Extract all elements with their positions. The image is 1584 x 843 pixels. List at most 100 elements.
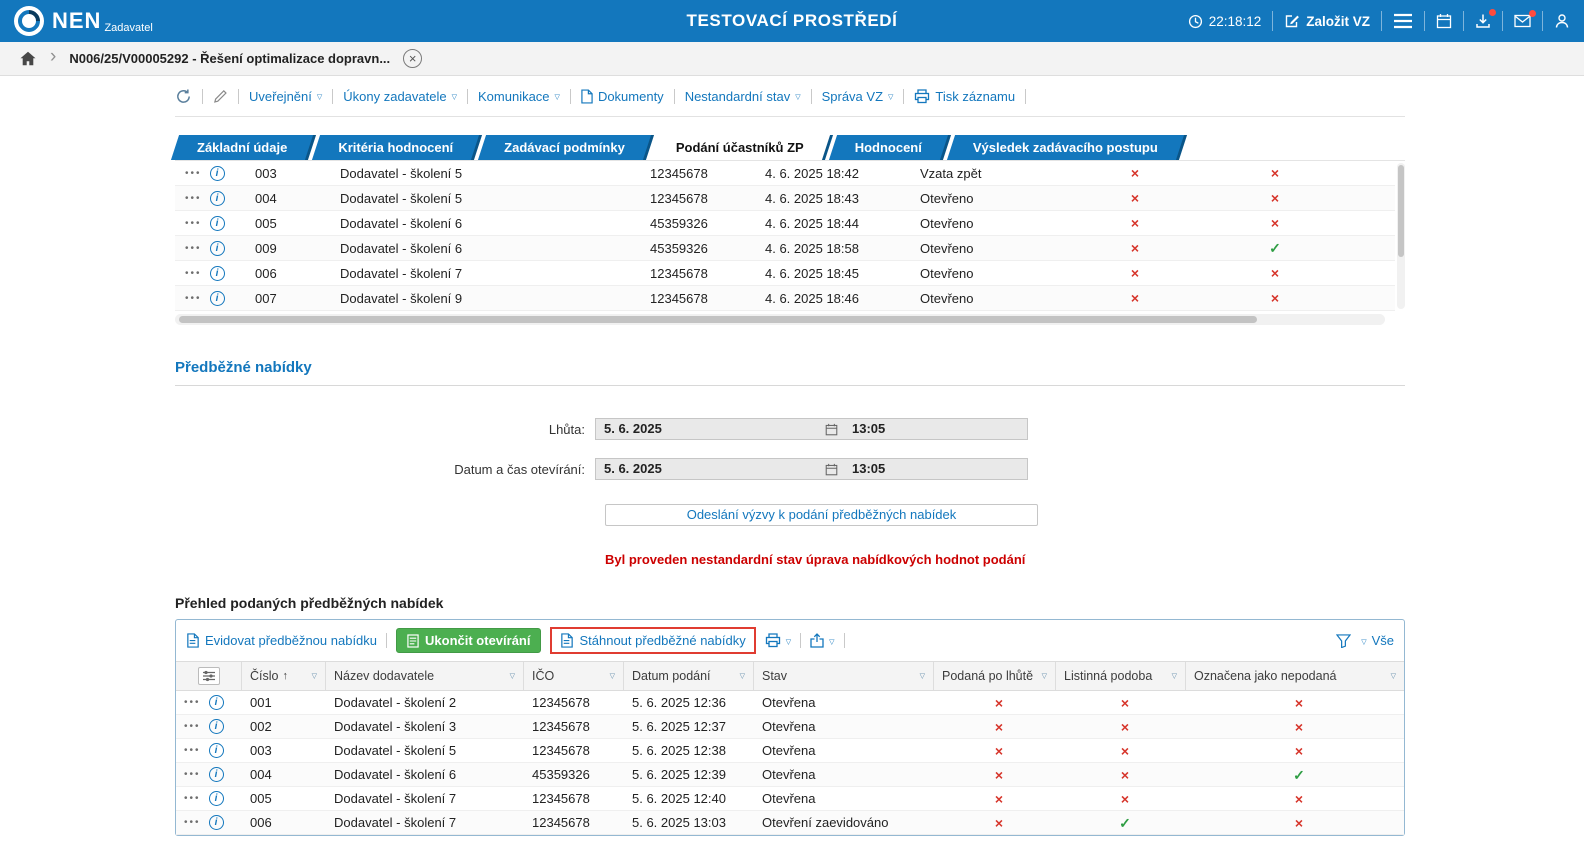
row-menu-icon[interactable]: ••• [184,817,201,828]
menu-tisk-zaznamu[interactable]: Tisk záznamu [914,89,1015,104]
user-profile-button[interactable] [1554,13,1570,29]
info-icon[interactable]: i [209,240,225,256]
row-menu-icon[interactable]: ••• [185,236,202,261]
breadcrumb-record[interactable]: N006/25/V00005292 - Řešení optimalizace … [69,51,390,66]
offer-table-row[interactable]: ••• i 002 Dodavatel - školení 3 12345678… [176,715,1404,739]
row-menu-icon[interactable]: ••• [185,286,202,311]
header-stav[interactable]: Stav ▽ [754,662,934,690]
header-datum-podani[interactable]: Datum podání ▽ [624,662,754,690]
calendar-button[interactable] [1436,13,1452,29]
oteviranie-time-input[interactable]: 13:05 [844,459,1027,479]
download-icon [1476,14,1490,28]
row-menu-icon[interactable]: ••• [185,186,202,211]
info-icon[interactable]: i [209,190,225,206]
participant-table-row[interactable]: ••• i 003 Dodavatel - školení 5 12345678… [175,161,1395,186]
caret-down-icon: ▽ [888,94,894,101]
stahnout-nabidky-button[interactable]: Stáhnout předběžné nabídky [560,633,746,648]
header-ico[interactable]: IČO ▽ [524,662,624,690]
menu-sprava-vz[interactable]: Správa VZ ▽ [822,89,894,104]
cell-stav: Otevřeno [920,190,974,206]
offers-table-body: ••• i 001 Dodavatel - školení 2 12345678… [176,691,1404,835]
row-menu-icon[interactable]: ••• [184,697,201,708]
participant-table-row[interactable]: ••• i 004 Dodavatel - školení 5 12345678… [175,186,1395,211]
calendar-picker-icon[interactable] [818,459,844,479]
row-menu-icon[interactable]: ••• [184,721,201,732]
view-all-dropdown[interactable]: ▽ Vše [1361,633,1394,648]
tab-kriteria-hodnoceni[interactable]: Kritéria hodnocení [316,135,475,160]
offer-table-row[interactable]: ••• i 004 Dodavatel - školení 6 45359326… [176,763,1404,787]
send-invitation-button[interactable]: Odeslání výzvy k podání předběžných nabí… [605,504,1038,526]
home-button[interactable] [19,51,37,66]
tab-vysledek-zadavaciho-postupu[interactable]: Výsledek zadávacího postupu [951,135,1180,160]
calendar-picker-icon[interactable] [818,419,844,439]
export-table-button[interactable]: ▽ [810,633,835,648]
offer-table-row[interactable]: ••• i 006 Dodavatel - školení 7 12345678… [176,811,1404,835]
header-podana-po-lhute[interactable]: Podaná po lhůtě ▽ [934,662,1056,690]
scrollbar-thumb[interactable] [1398,165,1404,257]
info-icon[interactable]: i [208,791,224,806]
menu-nestandardni-stav[interactable]: Nestandardní stav ▽ [685,89,801,104]
tab-zakladni-udaje[interactable]: Základní údaje [175,135,309,160]
messages-button[interactable] [1514,10,1536,28]
info-icon[interactable]: i [209,215,225,231]
evidovat-nabidku-button[interactable]: Evidovat předběžnou nabídku [186,633,377,648]
menu-komunikace[interactable]: Komunikace ▽ [478,89,560,104]
tab-zadavaci-podminky[interactable]: Zadávací podmínky [482,135,647,160]
menu-uverejneni[interactable]: Uveřejnění ▽ [249,89,322,104]
tab-hodnoceni[interactable]: Hodnocení [833,135,944,160]
participant-table-row[interactable]: ••• i 006 Dodavatel - školení 7 12345678… [175,261,1395,286]
ukoncit-oteviranie-button[interactable]: Ukončit otevírání [396,628,542,653]
lhuta-time-input[interactable]: 13:05 [844,419,1027,439]
nen-logo-icon[interactable] [13,5,45,37]
participant-table-row[interactable]: ••• i 007 Dodavatel - školení 9 12345678… [175,286,1395,311]
info-icon[interactable]: i [209,265,225,281]
flag-mark: × [1130,239,1140,256]
header-cislo[interactable]: Číslo ↑ ▽ [242,662,326,690]
main-menu-button[interactable] [1393,13,1413,29]
lhuta-date-input[interactable]: 5. 6. 2025 [596,419,818,439]
info-icon[interactable]: i [209,290,225,306]
row-menu-icon[interactable]: ••• [184,769,201,780]
print-table-button[interactable]: ▽ [765,633,791,648]
info-icon[interactable]: i [208,719,224,734]
tab-podani-ucastniku-zp[interactable]: Podání účastníků ZP [654,135,826,160]
cell-stav: Otevřena [762,766,816,782]
header-nazev-dodavatele[interactable]: Název dodavatele ▽ [326,662,524,690]
oteviranie-date-input[interactable]: 5. 6. 2025 [596,459,818,479]
menu-dokumenty[interactable]: Dokumenty [581,89,664,104]
header-listinna-podoba[interactable]: Listinná podoba ▽ [1056,662,1186,690]
history-button[interactable] [175,88,192,105]
row-menu-icon[interactable]: ••• [184,745,201,756]
edit-record-button[interactable] [213,89,228,104]
header-oznacena-jako-nepodana[interactable]: Označena jako nepodaná ▽ [1186,662,1404,690]
column-settings-cell [176,662,242,690]
info-icon[interactable]: i [208,743,224,758]
separator [569,88,571,104]
row-menu-icon[interactable]: ••• [185,211,202,236]
create-vz-button[interactable]: Založit VZ [1284,13,1370,29]
scrollbar-thumb[interactable] [179,316,1257,323]
flag-listinna-podoba: × [1120,694,1130,711]
horizontal-scrollbar[interactable] [175,314,1385,325]
filter-button[interactable] [1336,633,1352,648]
menu-ukony-zadavatele[interactable]: Úkony zadavatele ▽ [343,89,457,104]
info-icon[interactable]: i [208,815,224,830]
offer-table-row[interactable]: ••• i 003 Dodavatel - školení 5 12345678… [176,739,1404,763]
column-settings-icon[interactable] [197,667,220,685]
close-record-icon[interactable]: × [403,49,423,68]
participant-table-row[interactable]: ••• i 005 Dodavatel - školení 6 45359326… [175,211,1395,236]
flag-mark: ✓ [1269,239,1281,256]
info-icon[interactable]: i [209,165,225,181]
row-menu-icon[interactable]: ••• [185,261,202,286]
cell-stav: Otevřeno [920,290,974,306]
info-icon[interactable]: i [208,767,224,782]
info-icon[interactable]: i [208,695,224,710]
offer-table-row[interactable]: ••• i 005 Dodavatel - školení 7 12345678… [176,787,1404,811]
row-menu-icon[interactable]: ••• [184,793,201,804]
offer-table-row[interactable]: ••• i 001 Dodavatel - školení 2 12345678… [176,691,1404,715]
current-time: 22:18:12 [1208,13,1262,29]
downloads-button[interactable] [1475,9,1496,29]
row-menu-icon[interactable]: ••• [185,161,202,186]
participant-table-row[interactable]: ••• i 009 Dodavatel - školení 6 45359326… [175,236,1395,261]
vertical-scrollbar[interactable] [1397,163,1405,309]
